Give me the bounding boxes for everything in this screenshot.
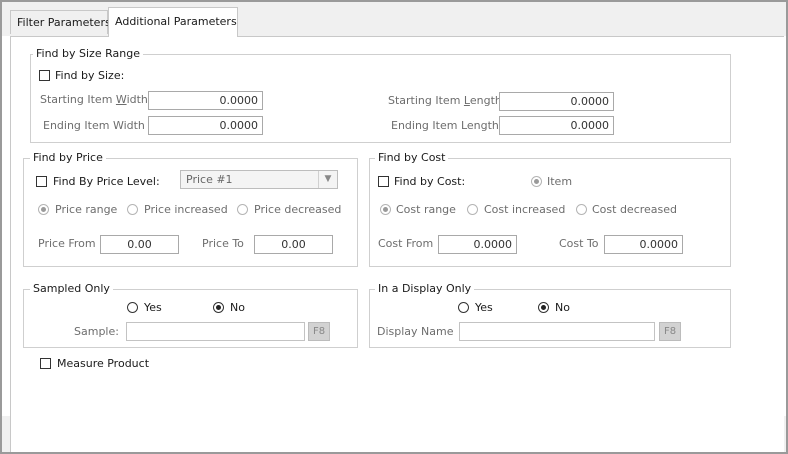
tab-filter-parameters[interactable]: Filter Parameters bbox=[10, 10, 111, 34]
cost-increased-radio[interactable] bbox=[467, 204, 478, 215]
price-to-label: Price To bbox=[202, 237, 244, 250]
chevron-down-icon[interactable]: ▼ bbox=[318, 171, 337, 188]
ending-width-input[interactable]: 0.0000 bbox=[148, 116, 263, 135]
cost-title: Find by Cost bbox=[375, 151, 449, 164]
price-increased-radio[interactable] bbox=[127, 204, 138, 215]
sampled-no-radio[interactable] bbox=[213, 302, 224, 313]
price-increased-label: Price increased bbox=[144, 203, 228, 216]
sample-label: Sample: bbox=[74, 325, 119, 338]
starting-length-input[interactable]: 0.0000 bbox=[499, 92, 614, 111]
measure-product-label: Measure Product bbox=[57, 357, 150, 370]
price-decreased-label: Price decreased bbox=[254, 203, 342, 216]
measure-product-checkbox[interactable] bbox=[40, 358, 51, 369]
cost-item-label: Item bbox=[547, 175, 573, 188]
price-title: Find by Price bbox=[30, 151, 106, 164]
sample-f8-button[interactable]: F8 bbox=[308, 322, 330, 341]
sampled-title: Sampled Only bbox=[30, 282, 113, 295]
cost-to-label: Cost To bbox=[559, 237, 599, 250]
ending-width-label: Ending Item Width bbox=[43, 119, 145, 132]
cost-from-label: Cost From bbox=[378, 237, 434, 250]
price-level-value: Price #1 bbox=[186, 173, 233, 186]
tab-additional-parameters[interactable]: Additional Parameters bbox=[108, 7, 238, 37]
price-level-select[interactable]: Price #1 ▼ bbox=[180, 170, 338, 189]
price-to-input[interactable]: 0.00 bbox=[254, 235, 333, 254]
find-by-price-level-checkbox[interactable] bbox=[36, 176, 47, 187]
cost-decreased-radio[interactable] bbox=[576, 204, 587, 215]
price-from-input[interactable]: 0.00 bbox=[100, 235, 179, 254]
find-by-price-level-label: Find By Price Level: bbox=[53, 175, 160, 188]
sampled-no-label: No bbox=[230, 301, 245, 314]
ending-length-input[interactable]: 0.0000 bbox=[499, 116, 614, 135]
cost-range-label: Cost range bbox=[396, 203, 456, 216]
display-name-label: Display Name bbox=[377, 325, 454, 338]
display-name-input[interactable] bbox=[459, 322, 655, 341]
size-range-title: Find by Size Range bbox=[33, 47, 143, 60]
display-no-radio[interactable] bbox=[538, 302, 549, 313]
cost-decreased-label: Cost decreased bbox=[592, 203, 678, 216]
find-by-cost-checkbox[interactable] bbox=[378, 176, 389, 187]
sample-input[interactable] bbox=[126, 322, 305, 341]
tab-label: Filter Parameters bbox=[17, 16, 111, 29]
display-yes-radio[interactable] bbox=[458, 302, 469, 313]
cost-from-input[interactable]: 0.0000 bbox=[438, 235, 517, 254]
cost-item-radio[interactable] bbox=[531, 176, 542, 187]
find-by-size-checkbox[interactable] bbox=[39, 70, 50, 81]
sampled-yes-radio[interactable] bbox=[127, 302, 138, 313]
cost-to-input[interactable]: 0.0000 bbox=[604, 235, 683, 254]
ending-length-label: Ending Item Length bbox=[391, 119, 499, 132]
cost-increased-label: Cost increased bbox=[484, 203, 566, 216]
tab-label: Additional Parameters bbox=[115, 15, 237, 28]
cost-range-radio[interactable] bbox=[380, 204, 391, 215]
price-decreased-radio[interactable] bbox=[237, 204, 248, 215]
display-yes-label: Yes bbox=[475, 301, 493, 314]
sampled-yes-label: Yes bbox=[144, 301, 162, 314]
display-f8-button[interactable]: F8 bbox=[659, 322, 681, 341]
display-no-label: No bbox=[555, 301, 570, 314]
find-by-size-label: Find by Size: bbox=[55, 69, 125, 82]
starting-width-input[interactable]: 0.0000 bbox=[148, 91, 263, 110]
price-range-radio[interactable] bbox=[38, 204, 49, 215]
starting-length-label: Starting Item Length bbox=[388, 94, 502, 107]
price-range-label: Price range bbox=[55, 203, 118, 216]
price-from-label: Price From bbox=[38, 237, 96, 250]
starting-width-label: Starting Item Width bbox=[40, 93, 148, 106]
find-by-cost-label: Find by Cost: bbox=[394, 175, 466, 188]
display-title: In a Display Only bbox=[375, 282, 475, 295]
